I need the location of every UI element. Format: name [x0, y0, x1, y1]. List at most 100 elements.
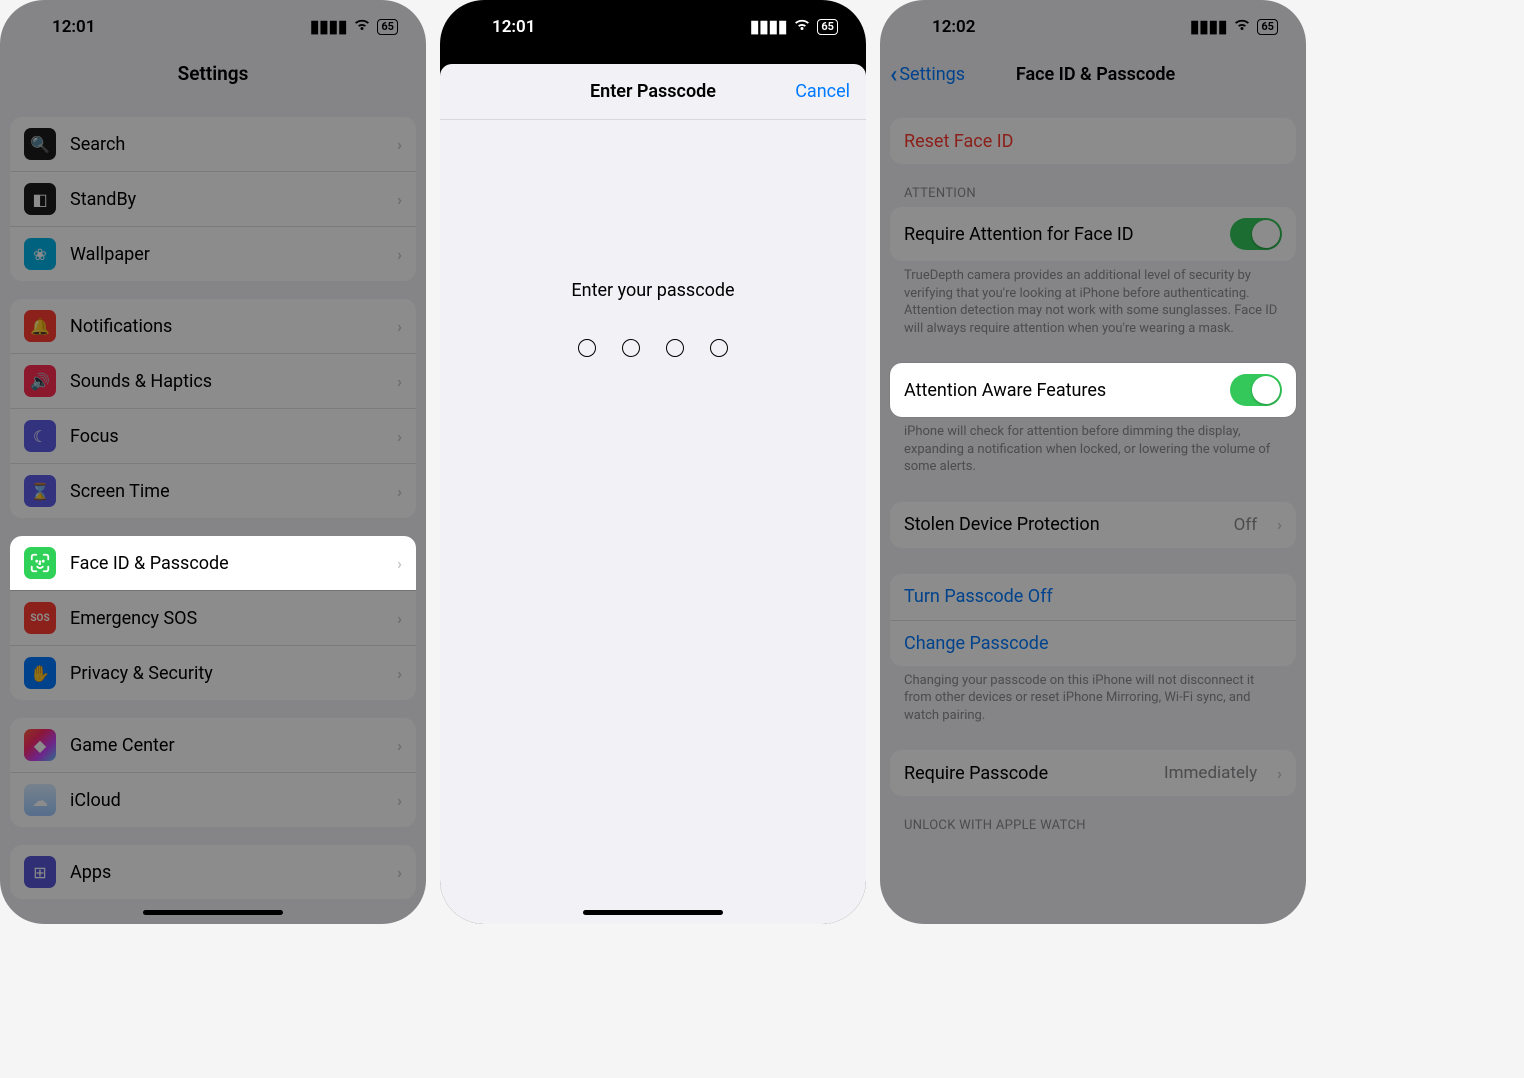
cancel-button[interactable]: Cancel — [795, 81, 850, 102]
screentime-icon: ⌛ — [24, 475, 56, 507]
cellular-icon: ▮▮▮▮ — [310, 17, 347, 37]
cellular-icon: ▮▮▮▮ — [750, 17, 787, 37]
settings-row-screentime[interactable]: ⌛ Screen Time › — [10, 463, 416, 518]
status-bar: 12:01 ▮▮▮▮ 65 — [440, 0, 866, 54]
chevron-right-icon: › — [397, 863, 402, 882]
passcode-dot — [666, 339, 684, 357]
settings-row-sounds[interactable]: 🔊 Sounds & Haptics › — [10, 353, 416, 408]
modal-header: Enter Passcode Cancel — [440, 64, 866, 120]
battery-indicator: 65 — [817, 19, 838, 34]
row-label: iCloud — [70, 790, 383, 811]
cellular-icon: ▮▮▮▮ — [1190, 17, 1227, 37]
settings-row-standby[interactable]: ◧ StandBy › — [10, 171, 416, 226]
settings-row-wallpaper[interactable]: ❀ Wallpaper › — [10, 226, 416, 281]
attention-aware-row[interactable]: Attention Aware Features — [890, 363, 1296, 417]
settings-row-apps[interactable]: ⊞ Apps › — [10, 845, 416, 899]
gamecenter-icon: ◆ — [24, 729, 56, 761]
settings-row-privacy[interactable]: ✋ Privacy & Security › — [10, 645, 416, 700]
chevron-right-icon: › — [397, 736, 402, 755]
chevron-right-icon: › — [397, 317, 402, 336]
settings-group-4: ◆ Game Center › ☁ iCloud › — [10, 718, 416, 827]
icloud-icon: ☁ — [24, 784, 56, 816]
sounds-icon: 🔊 — [24, 365, 56, 397]
row-label: Sounds & Haptics — [70, 371, 383, 392]
settings-row-sos[interactable]: SOS Emergency SOS › — [10, 590, 416, 645]
chevron-right-icon: › — [397, 482, 402, 501]
passcode-dot — [710, 339, 728, 357]
row-label: Game Center — [70, 735, 383, 756]
settings-row-search[interactable]: 🔍 Search › — [10, 117, 416, 171]
chevron-right-icon: › — [397, 190, 402, 209]
settings-row-icloud[interactable]: ☁ iCloud › — [10, 772, 416, 827]
chevron-right-icon: › — [397, 245, 402, 264]
privacy-icon: ✋ — [24, 657, 56, 689]
change-passcode-button[interactable]: Change Passcode — [890, 620, 1296, 666]
unlock-watch-header: UNLOCK WITH APPLE WATCH — [880, 796, 1306, 839]
battery-indicator: 65 — [377, 19, 398, 34]
row-label: Reset Face ID — [904, 131, 1282, 152]
wifi-icon — [1233, 17, 1251, 37]
chevron-right-icon: › — [397, 135, 402, 154]
row-label: Privacy & Security — [70, 663, 383, 684]
page-title: Face ID & Passcode — [895, 64, 1296, 85]
settings-group-3: Face ID & Passcode › SOS Emergency SOS ›… — [10, 536, 416, 700]
chevron-right-icon: › — [397, 554, 402, 573]
status-time: 12:01 — [28, 17, 310, 37]
row-label: Wallpaper — [70, 244, 383, 265]
settings-row-faceid[interactable]: Face ID & Passcode › — [10, 536, 416, 590]
passcode-actions-group: Turn Passcode Off Change Passcode — [890, 574, 1296, 666]
status-bar: 12:01 ▮▮▮▮ 65 — [0, 0, 426, 54]
stolen-device-row[interactable]: Stolen Device Protection Off › — [890, 502, 1296, 548]
row-value: Immediately — [1164, 763, 1257, 783]
require-attention-toggle[interactable] — [1230, 218, 1282, 250]
require-passcode-group: Require Passcode Immediately › — [890, 750, 1296, 796]
settings-row-gamecenter[interactable]: ◆ Game Center › — [10, 718, 416, 772]
chevron-right-icon: › — [397, 791, 402, 810]
turn-passcode-off-button[interactable]: Turn Passcode Off — [890, 574, 1296, 620]
notifications-icon: 🔔 — [24, 310, 56, 342]
settings-row-notifications[interactable]: 🔔 Notifications › — [10, 299, 416, 353]
stolen-device-group: Stolen Device Protection Off › — [890, 502, 1296, 548]
row-label: Attention Aware Features — [904, 380, 1216, 401]
settings-group-5: ⊞ Apps › — [10, 845, 416, 899]
chevron-right-icon: › — [397, 609, 402, 628]
settings-row-focus[interactable]: ☾ Focus › — [10, 408, 416, 463]
home-indicator[interactable] — [143, 910, 283, 915]
wifi-icon — [793, 17, 811, 37]
focus-icon: ☾ — [24, 420, 56, 452]
passcode-modal: Enter Passcode Cancel Enter your passcod… — [440, 64, 866, 924]
faceid-settings-screen: 12:02 ▮▮▮▮ 65 ‹ Settings Face ID & Passc… — [880, 0, 1306, 924]
chevron-right-icon: › — [397, 372, 402, 391]
row-label: Apps — [70, 862, 383, 883]
row-label: Notifications — [70, 316, 383, 337]
chevron-right-icon: › — [397, 427, 402, 446]
reset-group: Reset Face ID — [890, 118, 1296, 164]
row-label: Screen Time — [70, 481, 383, 502]
page-title: Settings — [0, 54, 426, 99]
row-label: Emergency SOS — [70, 608, 383, 629]
passcode-screen: 12:01 ▮▮▮▮ 65 Enter Passcode Cancel Ente… — [440, 0, 866, 924]
settings-group-1: 🔍 Search › ◧ StandBy › ❀ Wallpaper › — [10, 117, 416, 281]
attention-aware-toggle[interactable] — [1230, 374, 1282, 406]
row-label: Focus — [70, 426, 383, 447]
reset-faceid-button[interactable]: Reset Face ID — [890, 118, 1296, 164]
row-label: Require Passcode — [904, 763, 1150, 784]
row-label: Stolen Device Protection — [904, 514, 1220, 535]
row-label: Change Passcode — [904, 633, 1282, 654]
chevron-right-icon: › — [397, 664, 402, 683]
passcode-prompt: Enter your passcode — [440, 280, 866, 301]
row-label: Require Attention for Face ID — [904, 224, 1216, 245]
attention-header: ATTENTION — [880, 164, 1306, 207]
row-label: Search — [70, 134, 383, 155]
require-passcode-row[interactable]: Require Passcode Immediately › — [890, 750, 1296, 796]
require-attention-row[interactable]: Require Attention for Face ID — [890, 207, 1296, 261]
attention-aware-footer: iPhone will check for attention before d… — [880, 417, 1306, 476]
nav-bar: ‹ Settings Face ID & Passcode — [880, 54, 1306, 100]
passcode-dot — [578, 339, 596, 357]
attention-aware-group: Attention Aware Features — [890, 363, 1296, 417]
search-icon: 🔍 — [24, 128, 56, 160]
row-label: Face ID & Passcode — [70, 553, 383, 574]
wifi-icon — [353, 17, 371, 37]
wallpaper-icon: ❀ — [24, 238, 56, 270]
home-indicator[interactable] — [583, 910, 723, 915]
